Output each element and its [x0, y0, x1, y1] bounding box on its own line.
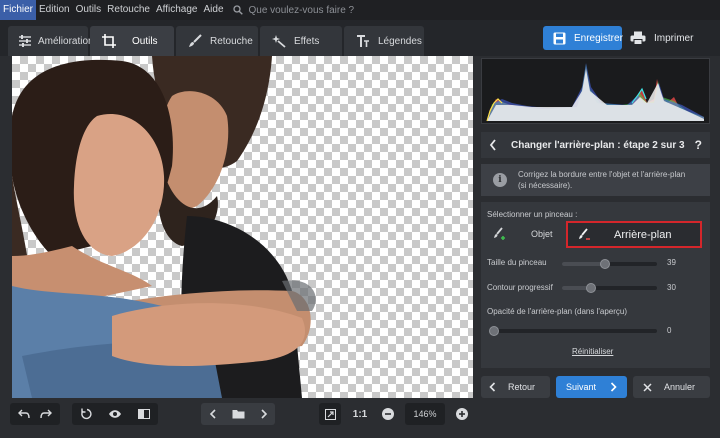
- brush-size-value: 39: [667, 258, 676, 267]
- main-toolbar: Amélioration Outils Retouche Effets Lége…: [0, 20, 720, 56]
- brush-object-label: Objet: [531, 228, 553, 239]
- tab-legendes[interactable]: Légendes: [344, 26, 424, 56]
- tab-effets[interactable]: Effets: [260, 26, 342, 56]
- printer-icon: [630, 31, 646, 45]
- photo-canvas[interactable]: [12, 56, 473, 398]
- bottom-toolbar: 1:1 146%: [0, 398, 476, 432]
- info-line-1: Corrigez la bordure entre l'objet et l'a…: [518, 170, 686, 179]
- print-label: Imprimer: [654, 32, 694, 44]
- opacity-value: 0: [667, 326, 672, 335]
- reset-link[interactable]: Réinitialiser: [572, 347, 613, 356]
- file-nav-group: [201, 403, 275, 425]
- close-icon: [643, 382, 652, 392]
- brush-background-button[interactable]: Arrière-plan: [566, 221, 702, 248]
- menu-search[interactable]: Que voulez-vous faire ?: [232, 4, 355, 16]
- step-header: Changer l'arrière-plan : étape 2 sur 3 ?: [481, 132, 710, 158]
- select-brush-label: Sélectionner un pinceau :: [487, 210, 578, 219]
- brush-minus-icon: [578, 227, 592, 242]
- tab-retouche[interactable]: Retouche: [176, 26, 258, 56]
- menu-affichage[interactable]: Affichage: [153, 0, 201, 20]
- save-label: Enregistrer: [574, 32, 623, 44]
- feather-label: Contour progressif: [487, 283, 553, 292]
- eye-icon[interactable]: [108, 409, 122, 419]
- menu-retouche[interactable]: Retouche: [104, 0, 153, 20]
- feather-knob[interactable]: [585, 283, 596, 293]
- search-icon: [232, 5, 243, 15]
- text-icon: [354, 32, 372, 50]
- menu-bar: Fichier Edition Outils Retouche Affichag…: [0, 0, 720, 20]
- cancel-label: Annuler: [664, 382, 696, 392]
- zoom-in-button[interactable]: [452, 403, 472, 425]
- brush-background-label: Arrière-plan: [614, 228, 672, 241]
- tab-label: Retouche: [210, 35, 253, 47]
- tab-label: Légendes: [378, 35, 422, 47]
- info-text: Corrigez la bordure entre l'objet et l'a…: [518, 169, 685, 191]
- brush-size-slider[interactable]: [562, 259, 657, 269]
- cancel-button[interactable]: Annuler: [633, 376, 710, 398]
- zoom-value[interactable]: 146%: [405, 403, 445, 425]
- undo-icon[interactable]: [18, 409, 30, 419]
- rotate-icon[interactable]: [80, 408, 92, 420]
- minus-icon: [382, 408, 394, 420]
- step-title: Changer l'arrière-plan : étape 2 sur 3: [511, 139, 685, 151]
- fit-screen-button[interactable]: [319, 403, 341, 425]
- prev-icon[interactable]: [209, 409, 217, 419]
- opacity-knob[interactable]: [489, 326, 499, 336]
- magic-wand-icon: [270, 32, 288, 50]
- brush-plus-icon: [493, 226, 507, 241]
- next-label: Suivant: [565, 382, 597, 392]
- info-box: i Corrigez la bordure entre l'objet et l…: [481, 164, 710, 196]
- brush-size-knob[interactable]: [599, 259, 610, 269]
- zoom-1to1-button[interactable]: 1:1: [349, 403, 371, 425]
- tab-amelioration[interactable]: Amélioration: [8, 26, 94, 56]
- info-icon: i: [493, 173, 507, 187]
- brush-size-label: Taille du pinceau: [487, 258, 547, 267]
- step-back-icon[interactable]: [483, 139, 503, 151]
- info-line-2: (si nécessaire).: [518, 181, 573, 190]
- view-tools-group: [72, 403, 158, 425]
- menu-aide[interactable]: Aide: [200, 0, 226, 20]
- plus-icon: [456, 408, 468, 420]
- compare-icon[interactable]: [138, 408, 150, 420]
- brush-icon: [186, 32, 204, 50]
- opacity-slider[interactable]: [489, 326, 657, 336]
- tab-label: Amélioration: [38, 35, 94, 47]
- brush-object-button[interactable]: Objet: [493, 221, 553, 246]
- photo-couple: [12, 56, 316, 398]
- next-icon[interactable]: [260, 409, 268, 419]
- brush-size-fill: [562, 262, 605, 266]
- folder-icon[interactable]: [232, 409, 245, 419]
- tab-outils[interactable]: Outils: [90, 26, 174, 56]
- right-panel: Changer l'arrière-plan : étape 2 sur 3 ?…: [481, 56, 710, 398]
- save-button[interactable]: Enregistrer: [543, 26, 623, 50]
- crop-icon: [100, 32, 118, 50]
- redo-icon[interactable]: [40, 409, 52, 419]
- sliders-icon: [18, 32, 32, 50]
- expand-icon: [324, 408, 336, 420]
- menu-fichier[interactable]: Fichier: [0, 0, 37, 20]
- next-button[interactable]: Suivant: [556, 376, 627, 398]
- chevron-right-icon: [610, 382, 617, 392]
- chevron-left-icon: [489, 382, 496, 392]
- help-icon[interactable]: ?: [695, 138, 702, 152]
- zoom-out-button[interactable]: [378, 403, 398, 425]
- back-button[interactable]: Retour: [481, 376, 550, 398]
- tab-label: Effets: [294, 35, 320, 47]
- undo-redo-group: [10, 403, 60, 425]
- back-label: Retour: [508, 382, 536, 392]
- menu-outils[interactable]: Outils: [73, 0, 105, 20]
- save-icon: [553, 32, 566, 45]
- opacity-label: Opacité de l'arrière-plan (dans l'aperçu…: [487, 307, 628, 316]
- feather-slider[interactable]: [562, 283, 657, 293]
- feather-value: 30: [667, 283, 676, 292]
- menu-edition[interactable]: Edition: [36, 0, 73, 20]
- tab-label: Outils: [132, 35, 158, 47]
- print-button[interactable]: Imprimer: [624, 26, 708, 50]
- histogram: [481, 58, 710, 124]
- search-placeholder: Que voulez-vous faire ?: [248, 4, 355, 16]
